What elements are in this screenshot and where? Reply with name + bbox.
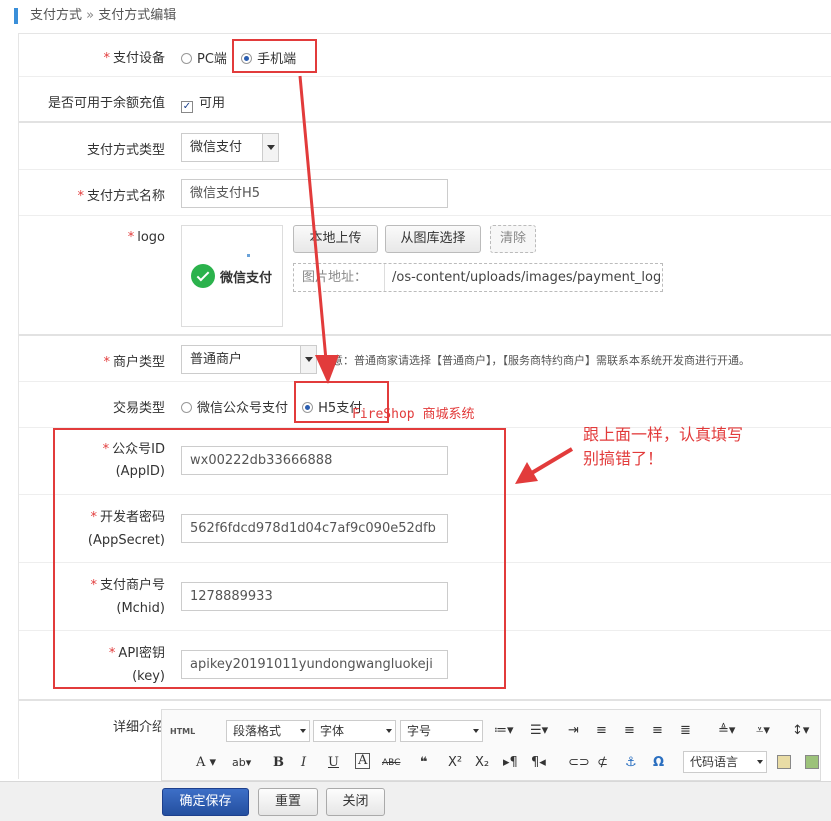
save-button[interactable]: 确定保存 — [162, 788, 249, 816]
annotation-note-line1: 跟上面一样，认真填写 — [583, 425, 744, 444]
close-button[interactable]: 关闭 — [326, 788, 385, 816]
annotation-note-line2: 别搞错了！ — [583, 449, 664, 468]
arrow-head-down — [315, 355, 339, 384]
action-bar: 确定保存 重置 关闭 — [0, 781, 831, 821]
arrow-line-left — [528, 447, 574, 476]
arrow-line-down — [298, 75, 328, 361]
watermark-text: FireShop 商城系统 — [352, 407, 475, 422]
reset-button[interactable]: 重置 — [258, 788, 318, 816]
